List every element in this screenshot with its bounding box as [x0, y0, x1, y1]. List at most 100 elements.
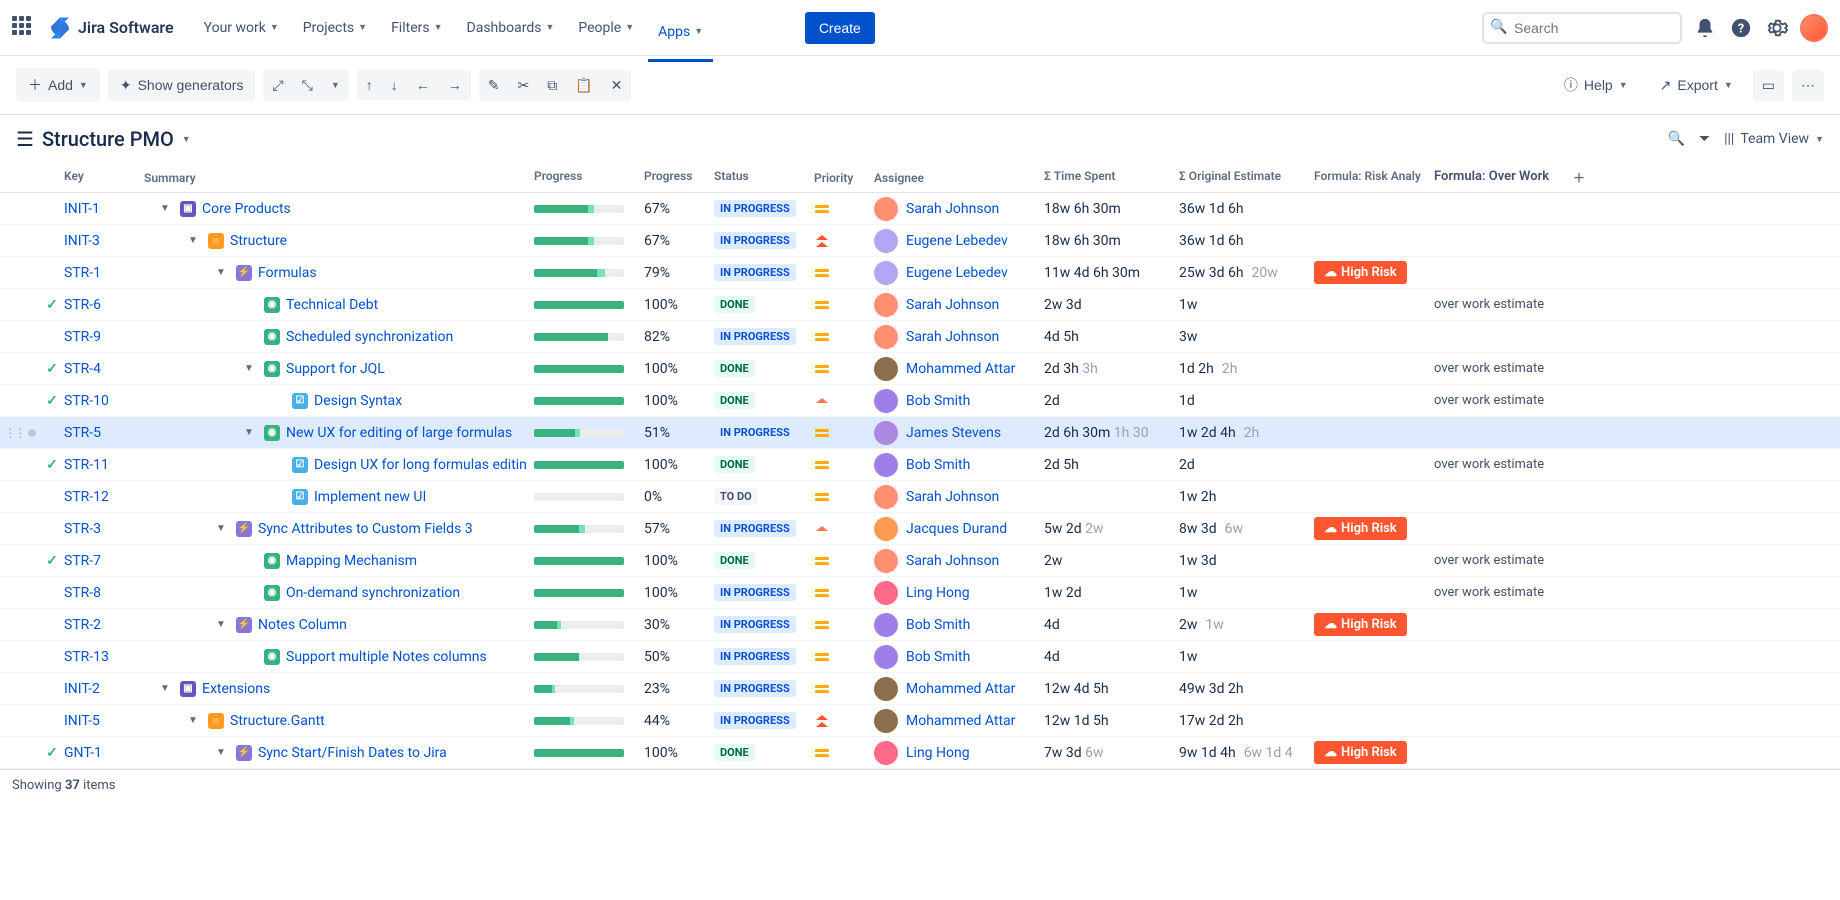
expand-caret-icon[interactable]: ▼ [244, 427, 258, 438]
table-row[interactable]: ✓ STR-10 ☑ Design Syntax 100% DONE Bob S… [0, 385, 1840, 417]
nav-item-projects[interactable]: Projects▼ [293, 12, 377, 44]
expand-caret-icon[interactable]: ▼ [188, 715, 202, 726]
assignee-avatar[interactable] [874, 261, 898, 285]
assignee-avatar[interactable] [874, 741, 898, 765]
table-row[interactable]: ✓ STR-11 ☑ Design UX for long formulas e… [0, 449, 1840, 481]
assignee-link[interactable]: Bob Smith [906, 617, 970, 633]
settings-icon[interactable] [1764, 15, 1790, 41]
status-badge[interactable]: DONE [714, 296, 755, 313]
help-icon[interactable]: ? [1728, 15, 1754, 41]
assignee-avatar[interactable] [874, 293, 898, 317]
expand-caret-icon[interactable]: ▼ [216, 523, 230, 534]
header-key[interactable]: Key [64, 169, 144, 186]
table-row[interactable]: ⋮⋮ STR-5 ▼ ◉ New UX for editing of large… [0, 417, 1840, 449]
table-row[interactable]: STR-12 ☑ Implement new UI 0% TO DO Sarah… [0, 481, 1840, 513]
search-input[interactable] [1482, 12, 1682, 44]
assignee-avatar[interactable] [874, 453, 898, 477]
assignee-avatar[interactable] [874, 197, 898, 221]
issue-summary-link[interactable]: Implement new UI [314, 489, 426, 505]
status-badge[interactable]: IN PROGRESS [714, 328, 796, 345]
table-row[interactable]: STR-13 ◉ Support multiple Notes columns … [0, 641, 1840, 673]
status-badge[interactable]: IN PROGRESS [714, 648, 796, 665]
indent-button[interactable]: → [439, 70, 471, 100]
assignee-avatar[interactable] [874, 485, 898, 509]
assignee-link[interactable]: Sarah Johnson [906, 329, 999, 345]
outdent-button[interactable]: ← [407, 70, 439, 100]
move-down-button[interactable]: ↓ [382, 70, 407, 100]
issue-key-link[interactable]: STR-9 [64, 329, 101, 345]
copy-button[interactable]: ⧉ [538, 70, 566, 101]
assignee-link[interactable]: Sarah Johnson [906, 297, 999, 313]
status-badge[interactable]: IN PROGRESS [714, 424, 796, 441]
issue-key-link[interactable]: STR-5 [64, 425, 101, 441]
cut-button[interactable]: ✂ [508, 70, 538, 101]
panels-button[interactable]: ▭ [1753, 70, 1784, 101]
issue-summary-link[interactable]: Design Syntax [314, 393, 402, 409]
issue-summary-link[interactable]: New UX for editing of large formulas [286, 425, 512, 441]
status-badge[interactable]: IN PROGRESS [714, 264, 796, 281]
issue-key-link[interactable]: INIT-1 [64, 201, 100, 217]
profile-avatar[interactable] [1800, 14, 1828, 42]
header-priority[interactable]: Priority [814, 169, 874, 186]
issue-key-link[interactable]: STR-1 [64, 265, 101, 281]
status-badge[interactable]: IN PROGRESS [714, 200, 796, 217]
issue-summary-link[interactable]: Support multiple Notes columns [286, 649, 487, 665]
view-selector[interactable]: ||| Team View ▼ [1724, 131, 1824, 147]
more-button[interactable]: ⋯ [1792, 70, 1824, 101]
issue-key-link[interactable]: STR-3 [64, 521, 101, 537]
table-row[interactable]: ✓ STR-6 ◉ Technical Debt 100% DONE Sarah… [0, 289, 1840, 321]
notifications-icon[interactable] [1692, 15, 1718, 41]
status-badge[interactable]: DONE [714, 392, 755, 409]
status-badge[interactable]: IN PROGRESS [714, 520, 796, 537]
table-row[interactable]: ✓ GNT-1 ▼ ⚡ Sync Start/Finish Dates to J… [0, 737, 1840, 769]
status-badge[interactable]: DONE [714, 456, 755, 473]
create-button[interactable]: Create [805, 12, 875, 44]
table-row[interactable]: STR-9 ◉ Scheduled synchronization 82% IN… [0, 321, 1840, 353]
table-row[interactable]: INIT-2 ▼ ▣ Extensions 23% IN PROGRESS Mo… [0, 673, 1840, 705]
issue-key-link[interactable]: STR-4 [64, 361, 101, 377]
add-button[interactable]: ＋Add▼ [16, 68, 100, 102]
header-assignee[interactable]: Assignee [874, 169, 1044, 186]
assignee-avatar[interactable] [874, 645, 898, 669]
structure-title-dropdown[interactable]: ☰ Structure PMO ▼ [16, 127, 191, 151]
issue-summary-link[interactable]: Support for JQL [286, 361, 385, 377]
expand-caret-icon[interactable]: ▼ [188, 235, 202, 246]
issue-summary-link[interactable]: Technical Debt [286, 297, 378, 313]
header-progress[interactable]: Progress [534, 169, 644, 186]
assignee-link[interactable]: Jacques Durand [906, 521, 1007, 537]
nav-item-people[interactable]: People▼ [568, 12, 644, 44]
issue-key-link[interactable]: STR-8 [64, 585, 101, 601]
header-status[interactable]: Status [714, 169, 814, 186]
issue-key-link[interactable]: STR-12 [64, 489, 109, 505]
assignee-link[interactable]: Ling Hong [906, 585, 970, 601]
status-badge[interactable]: DONE [714, 744, 755, 761]
header-time-spent[interactable]: Σ Time Spent [1044, 169, 1179, 186]
issue-key-link[interactable]: STR-10 [64, 393, 109, 409]
issue-key-link[interactable]: INIT-3 [64, 233, 100, 249]
nav-item-filters[interactable]: Filters▼ [381, 12, 452, 44]
header-summary[interactable]: Summary [144, 169, 534, 186]
issue-summary-link[interactable]: Scheduled synchronization [286, 329, 453, 345]
assignee-link[interactable]: Bob Smith [906, 649, 970, 665]
assignee-link[interactable]: James Stevens [906, 425, 1001, 441]
edit-button[interactable]: ✎ [479, 70, 509, 101]
status-badge[interactable]: DONE [714, 360, 755, 377]
status-badge[interactable]: DONE [714, 552, 755, 569]
move-up-button[interactable]: ↑ [357, 70, 382, 100]
show-generators-button[interactable]: ✦Show generators [108, 70, 256, 101]
issue-summary-link[interactable]: Structure [230, 233, 287, 249]
issue-summary-link[interactable]: Notes Column [258, 617, 347, 633]
issue-summary-link[interactable]: Core Products [202, 201, 291, 217]
issue-key-link[interactable]: STR-7 [64, 553, 101, 569]
collapse-all-button[interactable]: ⤡ [293, 70, 322, 101]
issue-summary-link[interactable]: Sync Attributes to Custom Fields 3 [258, 521, 473, 537]
expand-caret-icon[interactable]: ▼ [160, 683, 174, 694]
table-row[interactable]: STR-3 ▼ ⚡ Sync Attributes to Custom Fiel… [0, 513, 1840, 545]
issue-key-link[interactable]: STR-2 [64, 617, 101, 633]
nav-item-your-work[interactable]: Your work▼ [194, 12, 289, 44]
header-progress-pct[interactable]: Progress [644, 169, 714, 186]
add-column-button[interactable]: ＋ [1564, 169, 1594, 186]
assignee-link[interactable]: Sarah Johnson [906, 553, 999, 569]
nav-item-apps[interactable]: Apps▼ [648, 12, 713, 62]
assignee-link[interactable]: Bob Smith [906, 457, 970, 473]
